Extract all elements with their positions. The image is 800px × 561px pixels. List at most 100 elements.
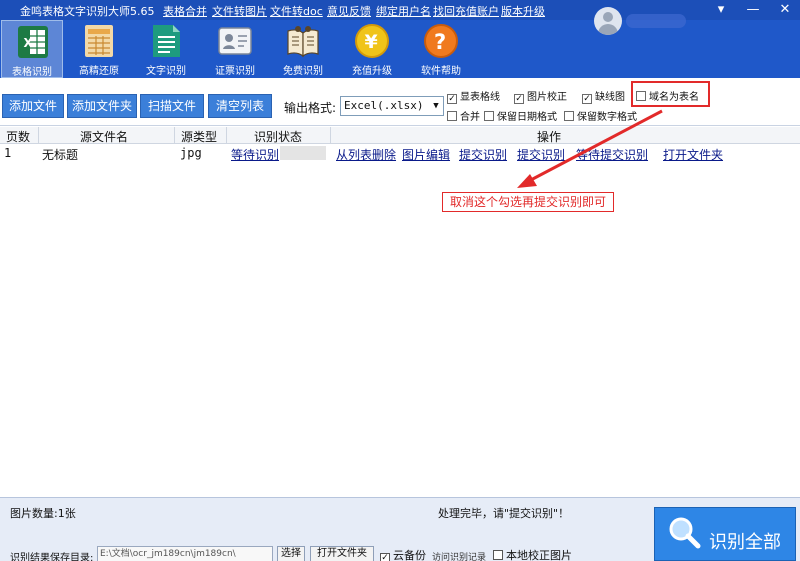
checkbox-box: ✓ — [514, 94, 524, 104]
tool-label: 高精还原 — [79, 66, 119, 77]
column-header-type: 源类型 — [181, 130, 218, 144]
output-format-select[interactable]: Excel(.xlsx) ▼ — [340, 96, 444, 116]
link-table-merge[interactable]: 表格合并 — [163, 3, 207, 19]
cell-type: jpg — [180, 146, 202, 160]
tool-text-recognition[interactable]: 文字识别 — [135, 20, 197, 78]
save-dir-input[interactable]: E:\文档\ocr_jm189cn\jm189cn\ — [97, 546, 273, 561]
tool-label: 软件帮助 — [421, 66, 461, 77]
link-file-to-image[interactable]: 文件转图片 — [212, 3, 267, 19]
tool-label: 充值升级 — [352, 66, 392, 77]
yen-coin-icon: ¥ — [355, 24, 389, 58]
svg-text:?: ? — [434, 30, 446, 54]
checkbox-label: 云备份 — [393, 549, 426, 561]
book-icon — [287, 26, 319, 58]
tool-free-recognition[interactable]: 免费识别 — [272, 20, 334, 78]
tool-label: 免费识别 — [283, 66, 323, 77]
column-header-page: 页数 — [6, 130, 31, 144]
select-dir-button[interactable]: 选择 — [277, 546, 305, 561]
action-edit-image[interactable]: 图片编辑 — [402, 146, 450, 163]
checkbox-box: ✓ — [380, 553, 390, 561]
checkbox-label: 缺线图 — [595, 92, 625, 103]
checkbox-box — [447, 111, 457, 121]
open-folder-button[interactable]: 打开文件夹 — [310, 546, 374, 561]
link-recover-account[interactable]: 找回充值账户 — [433, 3, 499, 19]
document-grid-icon — [85, 25, 113, 57]
checkbox-local-correct[interactable]: 本地校正图片 — [493, 547, 572, 561]
svg-text:¥: ¥ — [365, 31, 378, 53]
status-message: 处理完毕，请"提交识别"！ — [438, 507, 570, 520]
avatar[interactable] — [594, 7, 622, 35]
text-document-icon — [153, 25, 180, 57]
checkbox-box — [493, 550, 503, 560]
checkbox-label: 本地校正图片 — [506, 549, 572, 561]
cell-filename: 无标题 — [42, 148, 79, 162]
save-dir-label: 识别结果保存目录: — [10, 553, 94, 561]
progress-bar — [280, 146, 326, 160]
dropdown-icon[interactable]: ▾ — [708, 0, 734, 20]
tool-high-precision[interactable]: 高精还原 — [68, 20, 130, 78]
image-count: 图片数量:1张 — [10, 507, 76, 520]
tool-label: 文字识别 — [146, 66, 186, 77]
visit-records-link[interactable]: 访问识别记录 — [432, 550, 486, 561]
cell-page: 1 — [4, 146, 12, 160]
file-table-header: 页数 源文件名 源类型 识别状态 操作 — [0, 127, 800, 144]
clear-list-button[interactable]: 清空列表 — [208, 94, 272, 118]
help-icon: ? — [424, 24, 458, 58]
link-bind-username[interactable]: 绑定用户名 — [376, 3, 431, 19]
column-header-filename: 源文件名 — [80, 130, 129, 144]
link-version-upgrade[interactable]: 版本升级 — [501, 3, 545, 19]
magnifier-icon — [669, 517, 701, 549]
recognize-all-button[interactable]: 识别全部 — [654, 507, 796, 561]
link-feedback[interactable]: 意见反馈 — [327, 3, 371, 19]
checkbox-label: 保留数字格式 — [577, 112, 637, 123]
tool-ribbon: X 表格识别 高精还原 文字识别 证票识别 免费识别 ¥ 充值升级 ? 软件帮助 — [0, 20, 800, 78]
link-file-to-doc[interactable]: 文件转doc — [270, 3, 323, 19]
checkbox-image-correction[interactable]: ✓ 图片校正 — [514, 88, 567, 104]
checkbox-box: ✓ — [582, 94, 592, 104]
annotation-callout: 取消这个勾选再提交识别即可 — [442, 192, 614, 212]
scan-file-button[interactable]: 扫描文件 — [140, 94, 204, 118]
checkbox-keep-number-format[interactable]: 保留数字格式 — [564, 108, 637, 123]
cell-status[interactable]: 等待识别 — [231, 146, 279, 163]
output-format-label: 输出格式: — [284, 101, 337, 115]
close-icon[interactable]: ✕ — [772, 0, 798, 20]
column-header-actions: 操作 — [537, 130, 562, 144]
add-folder-button[interactable]: 添加文件夹 — [67, 94, 137, 118]
tool-recharge-upgrade[interactable]: ¥ 充值升级 — [341, 20, 403, 78]
checkbox-label: 显表格线 — [460, 92, 500, 103]
username-redacted — [626, 14, 686, 28]
excel-icon: X — [18, 26, 48, 58]
checkbox-keep-date-format[interactable]: 保留日期格式 — [484, 108, 557, 123]
checkbox-label: 图片校正 — [527, 92, 567, 103]
checkbox-box — [484, 111, 494, 121]
minimize-icon[interactable]: — — [740, 0, 766, 20]
action-remove-from-list[interactable]: 从列表删除 — [336, 146, 396, 163]
checkbox-show-grid-lines[interactable]: ✓ 显表格线 — [447, 88, 500, 104]
tool-label: 表格识别 — [12, 67, 52, 78]
checkbox-label: 合并 — [460, 112, 480, 123]
chevron-down-icon: ▼ — [433, 101, 439, 111]
checkbox-merge[interactable]: 合并 — [447, 108, 480, 123]
svg-text:X: X — [24, 36, 34, 50]
tool-table-recognition[interactable]: X 表格识别 — [1, 20, 63, 78]
table-row[interactable]: 1 无标题 jpg 等待识别 从列表删除 图片编辑 提交识别 提交识别 等待提交… — [0, 145, 800, 162]
id-card-icon — [218, 27, 252, 55]
action-submit-recognition[interactable]: 提交识别 — [459, 146, 507, 163]
action-waiting-submit[interactable]: 等待提交识别 — [576, 146, 648, 163]
checkbox-box — [564, 111, 574, 121]
app-title: 金鸣表格文字识别大师5.65 — [20, 5, 155, 18]
tool-software-help[interactable]: ? 软件帮助 — [410, 20, 472, 78]
action-open-folder[interactable]: 打开文件夹 — [663, 146, 723, 163]
add-file-button[interactable]: 添加文件 — [2, 94, 64, 118]
recognize-all-label: 识别全部 — [709, 532, 781, 552]
checkbox-missing-lines[interactable]: ✓ 缺线图 — [582, 88, 625, 104]
column-header-status: 识别状态 — [254, 130, 303, 144]
checkbox-cloud-backup[interactable]: ✓ 云备份 — [380, 547, 426, 561]
highlight-box — [631, 81, 710, 107]
tool-label: 证票识别 — [215, 66, 255, 77]
tool-id-recognition[interactable]: 证票识别 — [204, 20, 266, 78]
checkbox-label: 保留日期格式 — [497, 112, 557, 123]
action-submit-recognition-2[interactable]: 提交识别 — [517, 146, 565, 163]
output-format-value: Excel(.xlsx) — [344, 99, 424, 112]
checkbox-box: ✓ — [447, 94, 457, 104]
